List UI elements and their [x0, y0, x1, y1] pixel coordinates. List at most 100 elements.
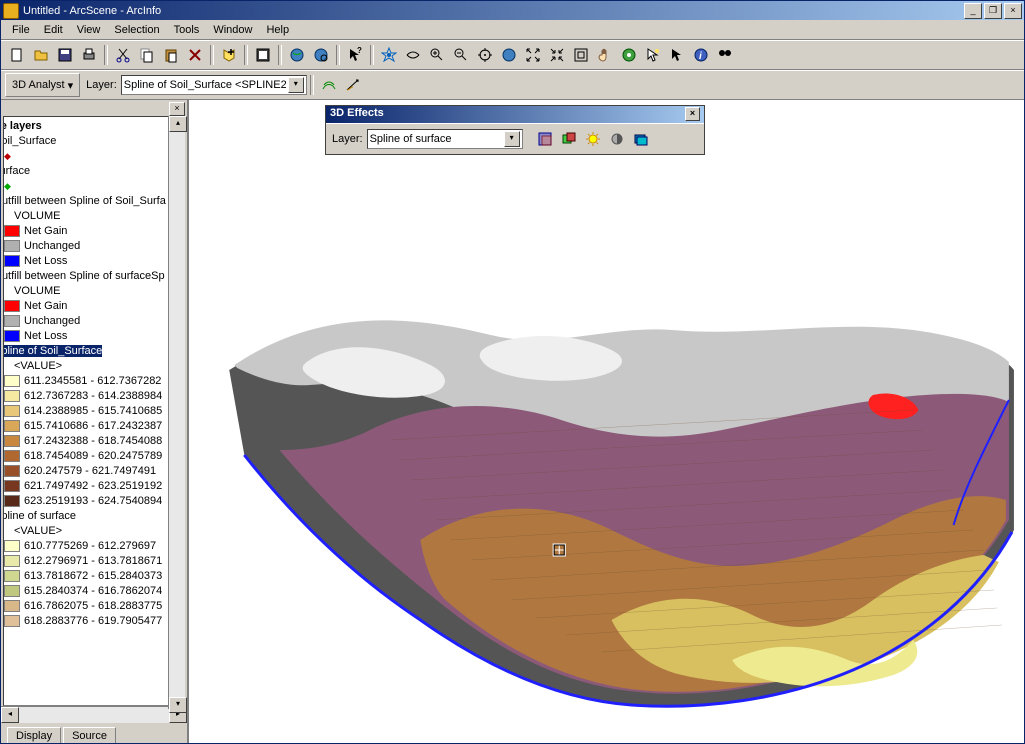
3d-view[interactable]: [189, 100, 1024, 744]
chevron-down-icon: ▾: [288, 77, 304, 93]
slope-icon[interactable]: [342, 74, 364, 96]
add-scene-icon[interactable]: [286, 44, 308, 66]
toc-item[interactable]: 620.247579 - 621.7497491: [3, 464, 182, 479]
toc-item[interactable]: Cutfill between Spline of Soil_Surfa: [3, 194, 182, 209]
toc-item[interactable]: 618.2883776 - 619.7905477: [3, 614, 182, 629]
face-culling-icon[interactable]: [558, 128, 580, 150]
toc-item[interactable]: ◆: [3, 149, 182, 164]
copy-icon[interactable]: [136, 44, 158, 66]
find-layer-icon[interactable]: [310, 44, 332, 66]
toc-hscrollbar[interactable]: ◂▸: [1, 706, 187, 723]
zoom-out-icon[interactable]: [450, 44, 472, 66]
target-icon[interactable]: [618, 44, 640, 66]
transparency-icon[interactable]: [534, 128, 556, 150]
toc-item[interactable]: 610.7775269 - 612.279697: [3, 539, 182, 554]
toc-item[interactable]: Soil_Surface: [3, 134, 182, 149]
toc-header: ne layers: [3, 119, 182, 134]
new-icon[interactable]: [6, 44, 28, 66]
toc-item[interactable]: ◆: [3, 179, 182, 194]
zoom-in-icon[interactable]: [426, 44, 448, 66]
toc-item[interactable]: 612.2796971 - 613.7818671: [3, 554, 182, 569]
help-pointer-icon[interactable]: ?: [344, 44, 366, 66]
identify-icon[interactable]: i: [690, 44, 712, 66]
close-button[interactable]: ×: [1004, 3, 1022, 19]
zoom-in-fixed-icon[interactable]: [522, 44, 544, 66]
window-title: Untitled - ArcScene - ArcInfo: [23, 5, 964, 17]
toc-item[interactable]: 618.7454089 - 620.2475789: [3, 449, 182, 464]
app-window: Untitled - ArcScene - ArcInfo _ ❐ × File…: [0, 0, 1025, 744]
print-icon[interactable]: [78, 44, 100, 66]
shading-icon[interactable]: [606, 128, 628, 150]
toc-item[interactable]: <VALUE>: [3, 359, 182, 374]
center-icon[interactable]: [474, 44, 496, 66]
toc-item[interactable]: Net Gain: [3, 224, 182, 239]
open-icon[interactable]: [30, 44, 52, 66]
toc-item[interactable]: Net Loss: [3, 254, 182, 269]
toc-item[interactable]: VOLUME: [3, 209, 182, 224]
toc-item[interactable]: 621.7497492 - 623.2519192: [3, 479, 182, 494]
select-icon[interactable]: [666, 44, 688, 66]
full-extent-icon[interactable]: [498, 44, 520, 66]
toc-item[interactable]: 617.2432388 - 618.7454088: [3, 434, 182, 449]
fly-icon[interactable]: [402, 44, 424, 66]
toc-item[interactable]: 614.2388985 - 615.7410685: [3, 404, 182, 419]
toc-item[interactable]: VOLUME: [3, 284, 182, 299]
toc-vscrollbar[interactable]: ▴▾: [168, 116, 185, 709]
navigate-icon[interactable]: [378, 44, 400, 66]
menu-window[interactable]: Window: [206, 22, 259, 38]
save-icon[interactable]: [54, 44, 76, 66]
3d-analyst-dropdown[interactable]: 3D Analyst ▾: [5, 73, 80, 97]
toc-item[interactable]: Cutfill between Spline of surfaceSp: [3, 269, 182, 284]
zoom-out-fixed-icon[interactable]: [546, 44, 568, 66]
paste-icon[interactable]: [160, 44, 182, 66]
toc-item[interactable]: 615.7410686 - 617.2432387: [3, 419, 182, 434]
display-tab[interactable]: Display: [7, 727, 61, 744]
menubar: File Edit View Selection Tools Window He…: [1, 20, 1024, 40]
toc-close-button[interactable]: ×: [169, 102, 185, 116]
3d-effects-toolbar[interactable]: 3D Effects × Layer: Spline of surface ▾: [325, 105, 705, 155]
expand-icon[interactable]: [570, 44, 592, 66]
menu-help[interactable]: Help: [259, 22, 296, 38]
toc-item[interactable]: 616.7862075 - 618.2883775: [3, 599, 182, 614]
toc-item[interactable]: surface: [3, 164, 182, 179]
lighting-icon[interactable]: [582, 128, 604, 150]
delete-icon[interactable]: [184, 44, 206, 66]
hand-icon[interactable]: [594, 44, 616, 66]
toc-tabs: Display Source: [1, 723, 187, 744]
restore-button[interactable]: ❐: [984, 3, 1002, 19]
set-observer-icon[interactable]: [642, 44, 664, 66]
effects-layer-combo[interactable]: Spline of surface ▾: [367, 129, 523, 149]
priority-icon[interactable]: [630, 128, 652, 150]
toc-item[interactable]: 611.2345581 - 612.7367282: [3, 374, 182, 389]
toc-item[interactable]: 623.2519193 - 624.7540894: [3, 494, 182, 509]
toc-tree[interactable]: ne layersSoil_Surface◆surface◆Cutfill be…: [3, 116, 185, 706]
menu-selection[interactable]: Selection: [107, 22, 166, 38]
contour-icon[interactable]: [318, 74, 340, 96]
toc-item[interactable]: 612.7367283 - 614.2388984: [3, 389, 182, 404]
toc-item[interactable]: Spline of Soil_Surface: [3, 344, 182, 359]
chevron-down-icon: ▾: [504, 131, 520, 147]
3d-effects-title[interactable]: 3D Effects ×: [326, 106, 704, 123]
find-icon[interactable]: [714, 44, 736, 66]
toc-item[interactable]: 615.2840374 - 616.7862074: [3, 584, 182, 599]
source-tab[interactable]: Source: [63, 727, 116, 744]
toc-item[interactable]: Net Loss: [3, 329, 182, 344]
minimize-button[interactable]: _: [964, 3, 982, 19]
menu-edit[interactable]: Edit: [37, 22, 70, 38]
toc-item[interactable]: <VALUE>: [3, 524, 182, 539]
app-icon: [3, 3, 19, 19]
layer-combo[interactable]: Spline of Soil_Surface <SPLINE2> ▾: [121, 75, 307, 95]
toc-item[interactable]: Spline of surface: [3, 509, 182, 524]
toc-item[interactable]: Unchanged: [3, 239, 182, 254]
layer-label: Layer:: [86, 79, 117, 91]
menu-tools[interactable]: Tools: [167, 22, 207, 38]
menu-file[interactable]: File: [5, 22, 37, 38]
add-layer-icon[interactable]: [252, 44, 274, 66]
effects-close-button[interactable]: ×: [685, 107, 700, 121]
add-data-icon[interactable]: [218, 44, 240, 66]
toc-item[interactable]: Unchanged: [3, 314, 182, 329]
toc-item[interactable]: 613.7818672 - 615.2840373: [3, 569, 182, 584]
cut-icon[interactable]: [112, 44, 134, 66]
toc-item[interactable]: Net Gain: [3, 299, 182, 314]
menu-view[interactable]: View: [70, 22, 108, 38]
